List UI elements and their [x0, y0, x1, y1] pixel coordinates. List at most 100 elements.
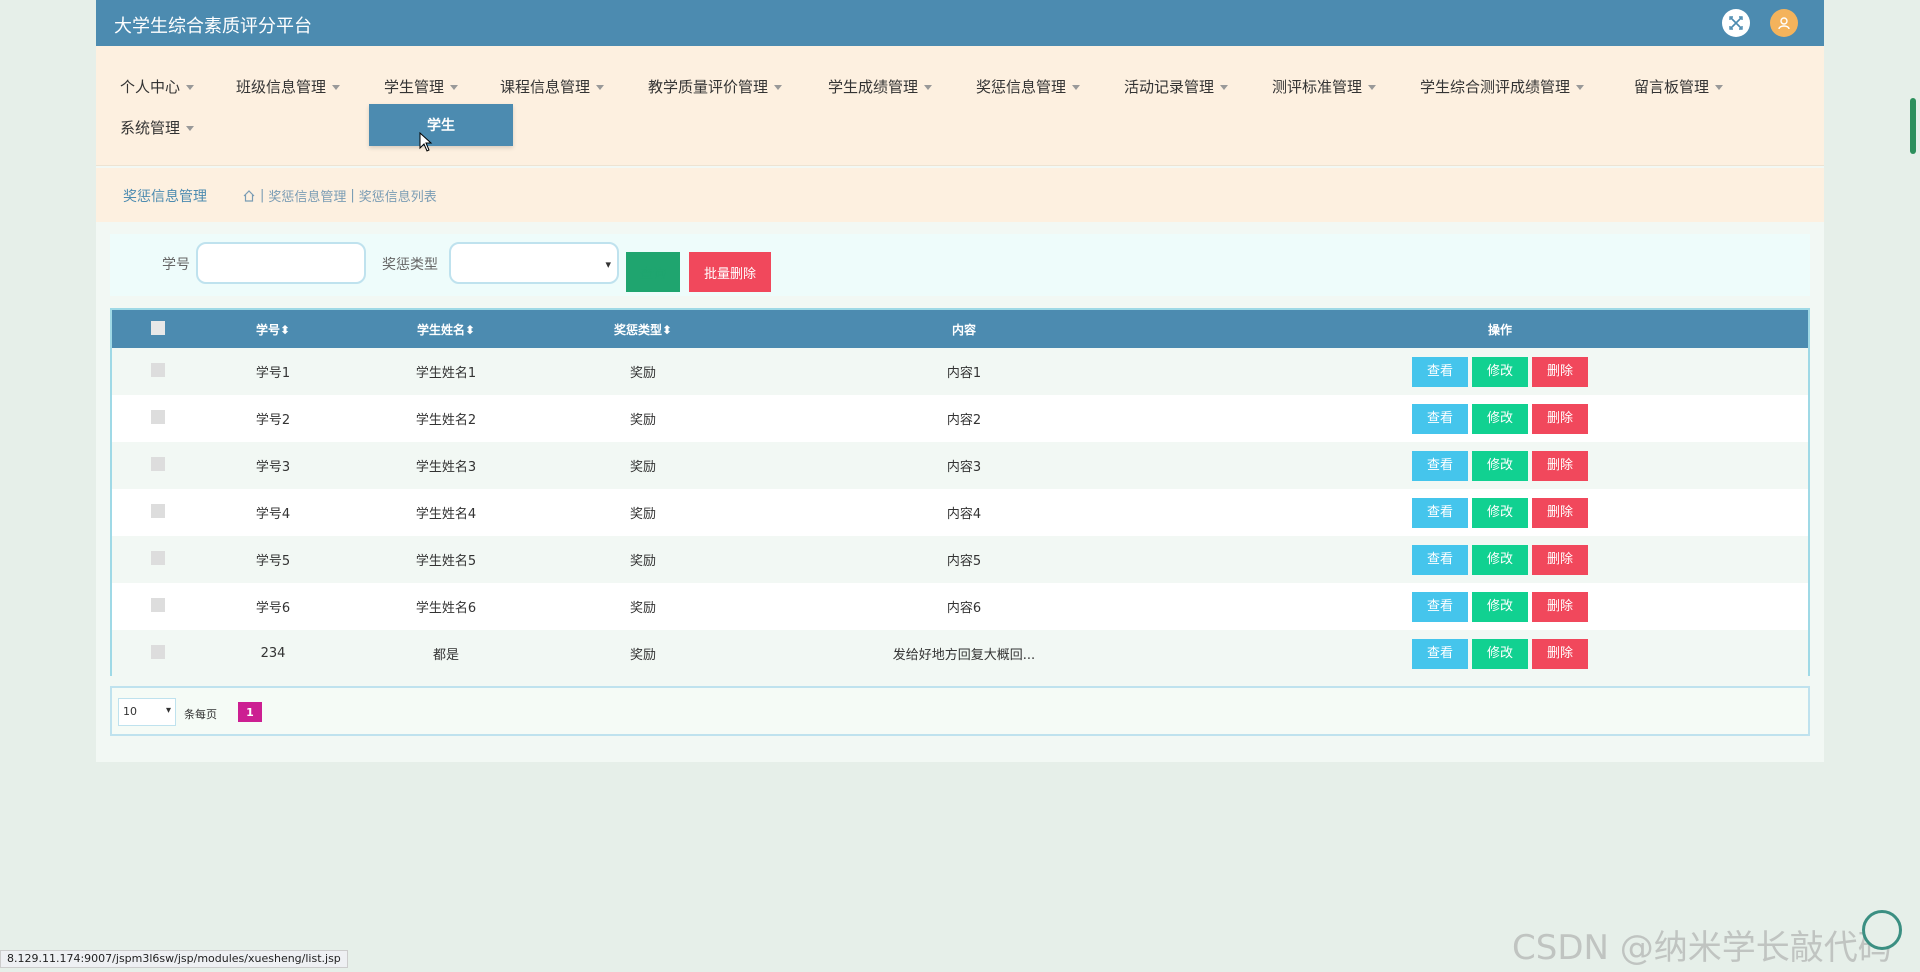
row-checkbox[interactable] [151, 409, 165, 424]
row-checkbox[interactable] [151, 550, 165, 565]
cell-student-name: 都是 [432, 648, 459, 663]
cell-student-name: 学生姓名2 [415, 413, 477, 428]
edit-button[interactable]: 修改 [1472, 356, 1528, 387]
nav-label: 学生管理 [384, 78, 445, 96]
delete-button[interactable]: 删除 [1532, 497, 1588, 528]
query-button[interactable]: 查询 [626, 252, 680, 292]
caret-down-icon [1072, 85, 1081, 90]
app-title: 大学生综合素质评分平台 [114, 16, 312, 37]
nav-item-grades[interactable]: 学生成绩管理 [828, 76, 933, 97]
caret-down-icon [1220, 85, 1229, 90]
nav-item-standards[interactable]: 测评标准管理 [1272, 76, 1377, 97]
edit-button[interactable]: 修改 [1472, 544, 1528, 575]
browser-status-url: 8.129.11.174:9007/jspm3l6sw/jsp/modules/… [0, 950, 348, 968]
home-icon[interactable] [242, 189, 256, 203]
nav-label: 班级信息管理 [236, 78, 327, 96]
nav-label: 教学质量评价管理 [648, 78, 769, 96]
watermark-text: CSDN @纳米学长敲代码 [1512, 928, 1892, 968]
view-button[interactable]: 查看 [1412, 403, 1468, 434]
view-button[interactable]: 查看 [1412, 450, 1468, 481]
batch-delete-button[interactable]: 批量删除 [689, 252, 771, 292]
nav-item-system[interactable]: 系统管理 [120, 117, 195, 138]
row-checkbox[interactable] [151, 597, 165, 612]
cell-student-id: 学号1 [255, 366, 291, 381]
header-label: 学生姓名 [416, 322, 465, 337]
cell-actions: 查看 修改 删除 [1192, 536, 1808, 583]
cell-student-id: 234 [260, 646, 286, 661]
cell-student-name: 学生姓名4 [415, 507, 477, 522]
cell-student-name: 学生姓名3 [415, 460, 477, 475]
delete-button[interactable]: 删除 [1532, 356, 1588, 387]
view-button[interactable]: 查看 [1412, 356, 1468, 387]
page-size-value: 10 [123, 705, 137, 718]
col-student-id[interactable]: 学号⬍ [204, 310, 342, 348]
data-table: 学号⬍ 学生姓名⬍ 奖惩类型⬍ 内容 操作 学号1 学生姓名1 奖励 内容1 查… [110, 308, 1810, 677]
view-button[interactable]: 查看 [1412, 497, 1468, 528]
caret-down-icon [1368, 85, 1377, 90]
edit-button[interactable]: 修改 [1472, 497, 1528, 528]
edit-button[interactable]: 修改 [1472, 591, 1528, 622]
cell-student-name: 学生姓名6 [415, 601, 477, 616]
delete-button[interactable]: 删除 [1532, 591, 1588, 622]
sort-icon: ⬍ [279, 322, 291, 337]
nav-label: 学生综合测评成绩管理 [1420, 78, 1571, 96]
app-container: 大学生综合素质评分平台 个人中心 班级信息管理 学生管理 课程信息管理 教学质量… [96, 0, 1824, 762]
nav-item-activities[interactable]: 活动记录管理 [1124, 76, 1229, 97]
row-checkbox[interactable] [151, 362, 165, 377]
nav-item-personal-center[interactable]: 个人中心 [120, 76, 195, 97]
page-scrollbar[interactable] [1910, 98, 1916, 154]
nav-item-teaching-eval[interactable]: 教学质量评价管理 [648, 76, 783, 97]
nav-label: 课程信息管理 [500, 78, 591, 96]
delete-button[interactable]: 删除 [1532, 638, 1588, 669]
page-number-button[interactable]: 1 [238, 702, 262, 722]
nav-label: 个人中心 [120, 78, 181, 96]
nav-item-course-info[interactable]: 课程信息管理 [500, 76, 605, 97]
dropdown-item-student[interactable]: 学生 [369, 104, 513, 146]
cell-content: 发给好地方回复大概回... [892, 648, 1036, 663]
user-avatar-button[interactable] [1770, 9, 1798, 37]
row-checkbox[interactable] [151, 503, 165, 518]
edit-button[interactable]: 修改 [1472, 638, 1528, 669]
delete-button[interactable]: 删除 [1532, 544, 1588, 575]
per-page-label: 条每页 [184, 708, 217, 721]
edit-button[interactable]: 修改 [1472, 403, 1528, 434]
delete-button[interactable]: 删除 [1532, 450, 1588, 481]
cell-student-id: 学号3 [255, 460, 291, 475]
col-actions: 操作 [1487, 322, 1512, 337]
edit-button[interactable]: 修改 [1472, 450, 1528, 481]
nav-item-student-mgmt[interactable]: 学生管理 [384, 76, 459, 97]
row-checkbox[interactable] [151, 644, 165, 659]
view-button[interactable]: 查看 [1412, 544, 1468, 575]
select-all-checkbox[interactable] [151, 320, 165, 335]
view-button[interactable]: 查看 [1412, 591, 1468, 622]
col-student-name[interactable]: 学生姓名⬍ [342, 310, 550, 348]
nav-item-message-board[interactable]: 留言板管理 [1634, 76, 1724, 97]
page-size-select[interactable]: 10 ▾ [118, 698, 176, 726]
reward-type-select[interactable]: ▾ [449, 242, 619, 284]
breadcrumb-item[interactable]: 奖惩信息管理 [268, 186, 346, 205]
col-reward-type[interactable]: 奖惩类型⬍ [550, 310, 736, 348]
cell-content: 内容6 [946, 601, 982, 616]
cell-actions: 查看 修改 删除 [1192, 583, 1808, 630]
float-action-icon[interactable] [1862, 910, 1902, 950]
cell-student-name: 学生姓名5 [415, 554, 477, 569]
select-all-header[interactable] [112, 310, 204, 348]
breadcrumb: | 奖惩信息管理 | 奖惩信息列表 [242, 186, 437, 205]
delete-button[interactable]: 删除 [1532, 403, 1588, 434]
table-row: 学号3 学生姓名3 奖励 内容3 查看 修改 删除 [112, 442, 1808, 489]
breadcrumb-item: 奖惩信息列表 [358, 190, 437, 205]
view-button[interactable]: 查看 [1412, 638, 1468, 669]
nav-label: 学生成绩管理 [828, 78, 919, 96]
header-label: 奖惩类型 [613, 322, 662, 337]
row-checkbox[interactable] [151, 456, 165, 471]
nav-item-class-info[interactable]: 班级信息管理 [236, 76, 341, 97]
cell-student-id: 学号5 [255, 554, 291, 569]
nav-item-rewards[interactable]: 奖惩信息管理 [976, 76, 1081, 97]
nav-item-composite-scores[interactable]: 学生综合测评成绩管理 [1420, 76, 1585, 97]
student-id-label: 学号 [162, 257, 190, 273]
fullscreen-button[interactable] [1722, 9, 1750, 37]
student-id-input[interactable] [196, 242, 366, 284]
mouse-cursor-icon [419, 132, 433, 152]
cell-reward-type: 奖励 [629, 507, 656, 522]
chevron-down-icon: ▾ [165, 705, 171, 716]
